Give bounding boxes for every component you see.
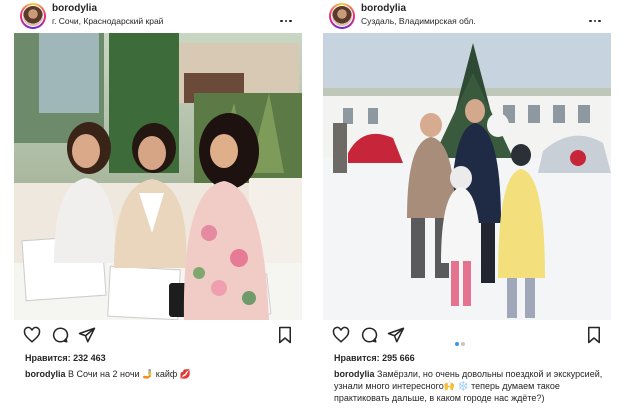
carousel-indicator <box>455 333 475 346</box>
share-icon[interactable] <box>78 326 96 344</box>
heart-icon[interactable] <box>332 326 350 344</box>
avatar[interactable] <box>329 3 355 29</box>
share-icon[interactable] <box>387 326 405 344</box>
post-suzdal: borodylia Суздаль, Владимирская обл. Нра… <box>323 0 611 413</box>
post-photo[interactable] <box>14 33 302 320</box>
post-photo[interactable] <box>323 33 611 320</box>
avatar[interactable] <box>20 3 46 29</box>
post-sochi: borodylia г. Сочи, Краснодарский край Нр… <box>14 0 302 413</box>
heart-icon[interactable] <box>23 326 41 344</box>
carousel-dot[interactable] <box>461 342 465 346</box>
post-header: borodylia г. Сочи, Краснодарский край <box>14 0 302 33</box>
caption-text: Замёрзли, но очень довольны поездкой и э… <box>334 369 603 403</box>
carousel-dot-active[interactable] <box>455 342 459 346</box>
post-caption: borodylia В Сочи на 2 ночи 🤳 кайф 💋 <box>25 368 297 380</box>
post-actions <box>14 326 302 346</box>
caption-username[interactable]: borodylia <box>25 369 66 379</box>
likes-count[interactable]: Нравится: 232 463 <box>25 353 106 363</box>
comment-icon[interactable] <box>360 326 378 344</box>
post-location[interactable]: Суздаль, Владимирская обл. <box>361 16 476 26</box>
post-caption: borodylia Замёрзли, но очень довольны по… <box>334 368 606 404</box>
post-header: borodylia Суздаль, Владимирская обл. <box>323 0 611 33</box>
bookmark-icon[interactable] <box>276 326 294 344</box>
more-options-icon[interactable] <box>280 9 294 22</box>
caption-text: В Сочи на 2 ночи 🤳 кайф 💋 <box>68 369 192 379</box>
post-username[interactable]: borodylia <box>361 3 406 14</box>
post-username[interactable]: borodylia <box>52 3 97 14</box>
likes-count[interactable]: Нравится: 295 666 <box>334 353 415 363</box>
bookmark-icon[interactable] <box>585 326 603 344</box>
post-location[interactable]: г. Сочи, Краснодарский край <box>52 16 163 26</box>
comment-icon[interactable] <box>51 326 69 344</box>
more-options-icon[interactable] <box>589 9 603 22</box>
caption-username[interactable]: borodylia <box>334 369 375 379</box>
